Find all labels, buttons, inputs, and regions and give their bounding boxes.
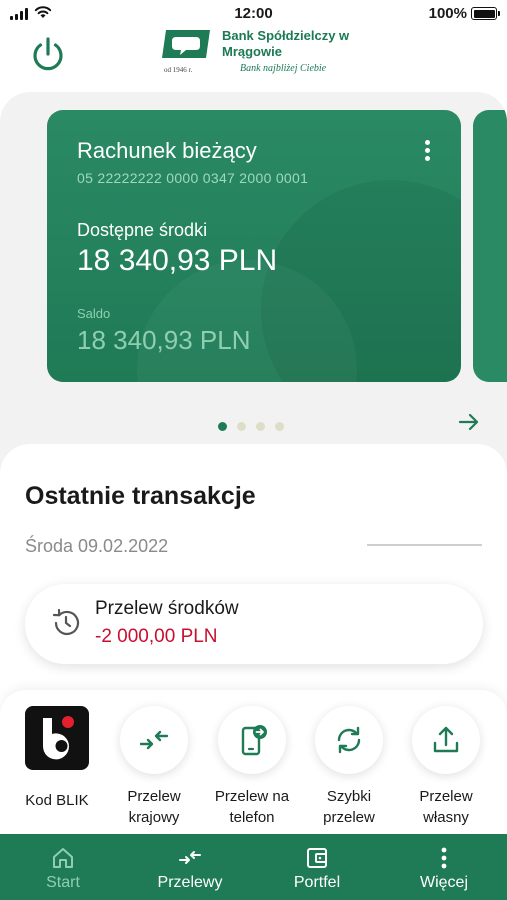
available-funds-label: Dostępne środki: [77, 220, 208, 240]
nav-label: Przelewy: [157, 874, 223, 891]
home-icon: [53, 848, 73, 868]
bottom-nav: Start Przelewy Portfel Więcej: [0, 834, 507, 900]
more-vertical-icon[interactable]: [423, 140, 431, 164]
nav-item-start[interactable]: Start: [8, 834, 118, 900]
balance-value: 18 340,93 PLN: [77, 325, 251, 355]
power-icon[interactable]: [28, 34, 68, 74]
accounts-carousel: Rachunek bieżący 05 22222222 0000 0347 2…: [0, 92, 507, 472]
transaction-item[interactable]: Przelew środków -2 000,00 PLN: [25, 584, 483, 664]
quick-action-label: Kod BLIK: [25, 792, 89, 809]
app-header: od 1946 r. Bank Spółdzielczy w Mrągowie …: [0, 28, 507, 86]
domestic-transfer-button[interactable]: Przelew krajowy: [108, 706, 200, 828]
wallet-icon: [307, 848, 327, 868]
history-icon: [52, 608, 80, 636]
transaction-name: Przelew środków: [95, 598, 239, 619]
account-number: 05 22222222 0000 0347 2000 0001: [77, 170, 309, 186]
carousel-pagination: [218, 418, 294, 431]
carousel-dot[interactable]: [237, 422, 246, 431]
nav-item-more[interactable]: Więcej: [389, 834, 499, 900]
quick-action-label: Przelew krajowy: [127, 788, 181, 826]
recent-transactions: Ostatnie transakcje Środa 09.02.2022 Prz…: [0, 444, 507, 694]
status-bar: 12:00 100%: [0, 0, 507, 28]
blik-code-button[interactable]: Kod BLIK: [11, 706, 103, 809]
upload-icon: [433, 726, 459, 753]
quick-action-label: Przelew własny: [419, 788, 473, 826]
nav-label: Portfel: [293, 874, 341, 891]
nav-item-wallet[interactable]: Portfel: [262, 834, 372, 900]
quick-action-label: Przelew na telefon: [214, 788, 290, 826]
available-funds-value: 18 340,93 PLN: [77, 244, 278, 277]
account-card[interactable]: Rachunek bieżący 05 22222222 0000 0347 2…: [47, 110, 461, 382]
phone-transfer-icon: [241, 725, 267, 756]
blik-logo: [25, 706, 89, 770]
quick-actions: Kod BLIK Przelew krajowy Przelew na tele…: [0, 690, 507, 835]
bank-tagline: Bank najbliżej Ciebie: [240, 63, 327, 74]
account-title: Rachunek bieżący: [77, 138, 257, 163]
nav-label: Start: [46, 874, 80, 891]
transfer-arrows-icon: [179, 851, 201, 864]
section-title: Ostatnie transakcje: [25, 482, 256, 510]
nav-label: Więcej: [419, 874, 468, 891]
transaction-date: Środa 09.02.2022: [25, 536, 169, 556]
carousel-dot[interactable]: [275, 422, 284, 431]
refresh-icon: [337, 726, 361, 754]
nav-item-transfers[interactable]: Przelewy: [135, 834, 245, 900]
bank-name: Bank Spółdzielczy w Mrągowie: [222, 28, 350, 59]
balance-label: Saldo: [77, 306, 111, 321]
more-vertical-icon: [441, 847, 447, 869]
transfer-arrows-icon: [139, 730, 169, 750]
battery-icon: [471, 7, 500, 20]
bank-logo: od 1946 r. Bank Spółdzielczy w Mrągowie …: [160, 28, 360, 80]
own-transfer-button[interactable]: Przelew własny: [400, 706, 492, 828]
carousel-dot[interactable]: [256, 422, 265, 431]
bank-since: od 1946 r.: [164, 66, 193, 74]
bank-logo-icon: [162, 30, 210, 58]
next-account-card[interactable]: [473, 110, 507, 382]
quick-transfer-button[interactable]: Szybki przelew: [303, 706, 395, 828]
battery-percent: 100%: [428, 5, 467, 22]
carousel-dot[interactable]: [218, 422, 227, 431]
phone-transfer-button[interactable]: Przelew na telefon: [206, 706, 298, 828]
divider: [367, 544, 482, 546]
arrow-right-icon[interactable]: [457, 410, 481, 434]
quick-action-label: Szybki przelew: [323, 788, 375, 826]
transaction-amount: -2 000,00 PLN: [95, 626, 218, 647]
